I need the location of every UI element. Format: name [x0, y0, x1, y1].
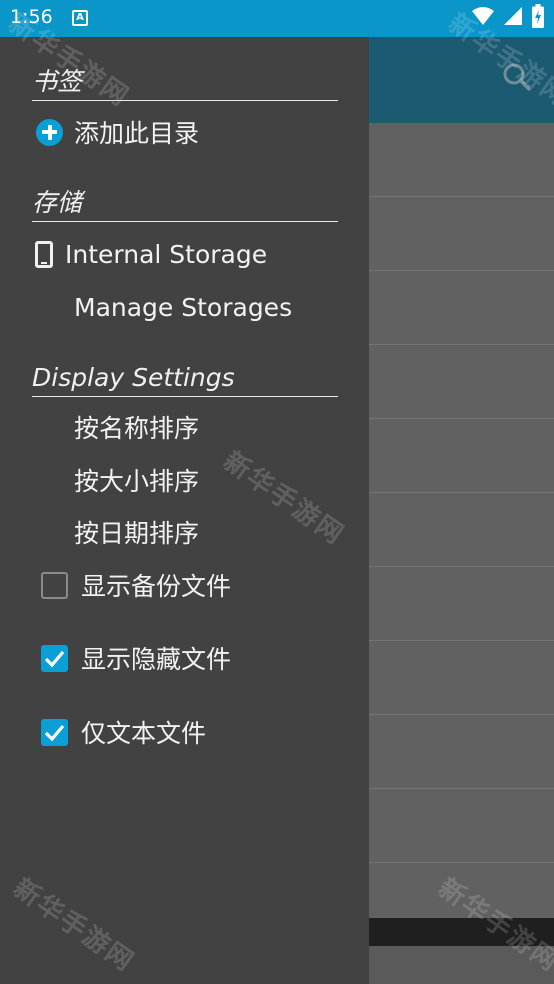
storage-header: 存储 — [32, 188, 338, 222]
sort-by-date-label: 按日期排序 — [74, 519, 200, 548]
status-bar: 1:56 A — [0, 0, 554, 37]
add-circle-icon — [36, 118, 63, 146]
internal-storage-label: Internal Storage — [65, 239, 268, 269]
list-divider — [368, 714, 554, 715]
show-backup-files-item[interactable]: 显示备份文件 — [0, 562, 369, 608]
internal-storage-item[interactable]: Internal Storage — [0, 231, 369, 277]
list-divider — [368, 196, 554, 197]
sort-by-size-item[interactable]: 按大小排序 — [0, 457, 369, 503]
list-divider — [368, 270, 554, 271]
list-divider — [368, 640, 554, 641]
status-icons — [472, 4, 544, 32]
display-settings-header: Display Settings — [32, 363, 338, 397]
text-files-only-item[interactable]: 仅文本文件 — [0, 709, 369, 755]
list-divider — [368, 418, 554, 419]
sort-by-name-label: 按名称排序 — [74, 414, 200, 443]
show-hidden-checkbox[interactable] — [41, 644, 68, 672]
list-divider — [368, 788, 554, 789]
check-icon — [44, 724, 65, 741]
list-divider — [368, 492, 554, 493]
sort-by-date-item[interactable]: 按日期排序 — [0, 509, 369, 555]
navigation-drawer: 书签 添加此目录 存储 Internal Storage Manage Stor… — [0, 37, 369, 984]
bookmarks-header: 书签 — [32, 67, 338, 101]
text-only-checkbox[interactable] — [41, 718, 68, 746]
status-time: 1:56 — [10, 6, 53, 28]
add-bookmark-item[interactable]: 添加此目录 — [0, 109, 369, 155]
show-backup-checkbox[interactable] — [41, 571, 68, 599]
sort-by-size-label: 按大小排序 — [74, 467, 200, 496]
wifi-icon — [472, 6, 494, 30]
a-box-icon: A — [72, 10, 88, 26]
battery-charging-icon — [532, 4, 544, 32]
show-hidden-label: 显示隐藏文件 — [81, 645, 232, 674]
check-icon — [44, 650, 65, 667]
sort-by-name-item[interactable]: 按名称排序 — [0, 404, 369, 450]
manage-storages-item[interactable]: Manage Storages — [0, 284, 369, 330]
manage-storages-label: Manage Storages — [74, 292, 293, 322]
show-backup-label: 显示备份文件 — [81, 572, 232, 601]
add-bookmark-label: 添加此目录 — [74, 119, 200, 148]
text-only-label: 仅文本文件 — [81, 719, 207, 748]
list-divider — [368, 344, 554, 345]
phone-icon — [35, 240, 53, 268]
show-hidden-files-item[interactable]: 显示隐藏文件 — [0, 635, 369, 681]
list-divider — [368, 566, 554, 567]
search-icon[interactable] — [502, 62, 532, 96]
list-divider — [368, 862, 554, 863]
signal-icon — [504, 6, 522, 30]
